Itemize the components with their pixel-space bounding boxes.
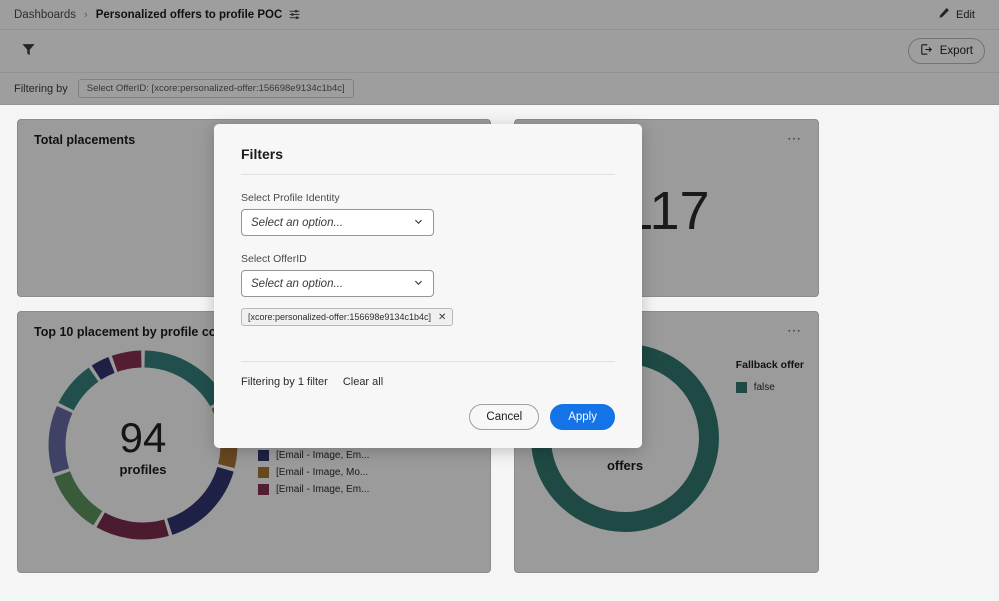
sliders-icon[interactable] bbox=[288, 8, 301, 21]
breadcrumb-root[interactable]: Dashboards bbox=[14, 9, 76, 21]
selected-offerid-chip[interactable]: [xcore:personalized-offer:156698e9134c1b… bbox=[241, 308, 453, 326]
legend-label: false bbox=[754, 382, 775, 393]
breadcrumb-separator: › bbox=[84, 9, 88, 21]
funnel-icon bbox=[21, 42, 36, 60]
modal-divider-bottom bbox=[241, 361, 615, 362]
edit-button-label: Edit bbox=[956, 9, 975, 21]
legend-item[interactable]: [Email - Image, Mo... bbox=[258, 467, 371, 478]
filtering-by-row: Filtering by Select OfferID: [xcore:pers… bbox=[0, 73, 999, 105]
modal-status-row: Filtering by 1 filter Clear all bbox=[241, 376, 615, 388]
legend-item[interactable]: [Email - Image, Em... bbox=[258, 484, 371, 495]
chevron-down-icon bbox=[413, 275, 424, 293]
donut-caption-top10: profiles bbox=[120, 462, 167, 477]
active-filter-chip[interactable]: Select OfferID: [xcore:personalized-offe… bbox=[78, 79, 354, 98]
legend-swatch bbox=[736, 382, 747, 393]
legend-label: [Email - Image, Em... bbox=[276, 484, 369, 495]
select-offerid[interactable]: Select an option... bbox=[241, 270, 434, 297]
pencil-icon bbox=[938, 7, 950, 22]
legend-label: [Email - Image, Em... bbox=[276, 450, 369, 461]
card-title-total-placements: Total placements bbox=[34, 133, 135, 147]
field-offerid: Select OfferID Select an option... [xcor… bbox=[241, 253, 615, 326]
filters-modal: Filters Select Profile Identity Select a… bbox=[214, 124, 642, 448]
legend-swatch bbox=[258, 450, 269, 461]
label-profile-identity: Select Profile Identity bbox=[241, 192, 615, 204]
filtering-by-label: Filtering by bbox=[14, 83, 68, 95]
more-options-icon[interactable]: ⋯ bbox=[787, 133, 802, 143]
legend-label: [Email - Image, Mo... bbox=[276, 467, 368, 478]
legend-offers: Fallback offer false bbox=[736, 359, 808, 393]
selected-offerid-chip-label: [xcore:personalized-offer:156698e9134c1b… bbox=[248, 312, 431, 322]
export-button[interactable]: Export bbox=[908, 38, 985, 64]
edit-button[interactable]: Edit bbox=[928, 4, 985, 26]
filter-funnel-button[interactable] bbox=[14, 37, 42, 65]
app-root: Dashboards › Personalized offers to prof… bbox=[0, 0, 999, 601]
legend-swatch bbox=[258, 484, 269, 495]
card-title-top10: Top 10 placement by profile count bbox=[34, 325, 236, 339]
modal-title: Filters bbox=[241, 146, 615, 162]
export-button-label: Export bbox=[940, 45, 973, 57]
close-icon[interactable]: ✕ bbox=[438, 312, 446, 323]
legend-item[interactable]: [Email - Image, Em... bbox=[258, 450, 371, 461]
donut-caption-offers: offers bbox=[607, 458, 643, 473]
modal-actions: Cancel Apply bbox=[241, 404, 615, 430]
donut-value-top10: 94 bbox=[120, 417, 167, 459]
cancel-button[interactable]: Cancel bbox=[469, 404, 539, 430]
top-bar: Dashboards › Personalized offers to prof… bbox=[0, 0, 999, 30]
legend-title-fallback-offer: Fallback offer bbox=[736, 359, 804, 371]
filter-toolbar: Export bbox=[0, 30, 999, 73]
select-offerid-value: Select an option... bbox=[251, 278, 343, 290]
apply-button[interactable]: Apply bbox=[550, 404, 615, 430]
label-offerid: Select OfferID bbox=[241, 253, 615, 265]
chevron-down-icon bbox=[413, 214, 424, 232]
select-profile-identity-value: Select an option... bbox=[251, 217, 343, 229]
clear-all-button[interactable]: Clear all bbox=[343, 376, 383, 388]
field-profile-identity: Select Profile Identity Select an option… bbox=[241, 192, 615, 236]
export-icon bbox=[920, 43, 933, 59]
legend-item[interactable]: false bbox=[736, 382, 804, 393]
modal-divider-top bbox=[241, 174, 615, 175]
filter-count-status: Filtering by 1 filter bbox=[241, 376, 328, 388]
legend-swatch bbox=[258, 467, 269, 478]
more-options-icon[interactable]: ⋯ bbox=[787, 325, 802, 335]
select-profile-identity[interactable]: Select an option... bbox=[241, 209, 434, 236]
breadcrumb-current: Personalized offers to profile POC bbox=[96, 9, 283, 21]
